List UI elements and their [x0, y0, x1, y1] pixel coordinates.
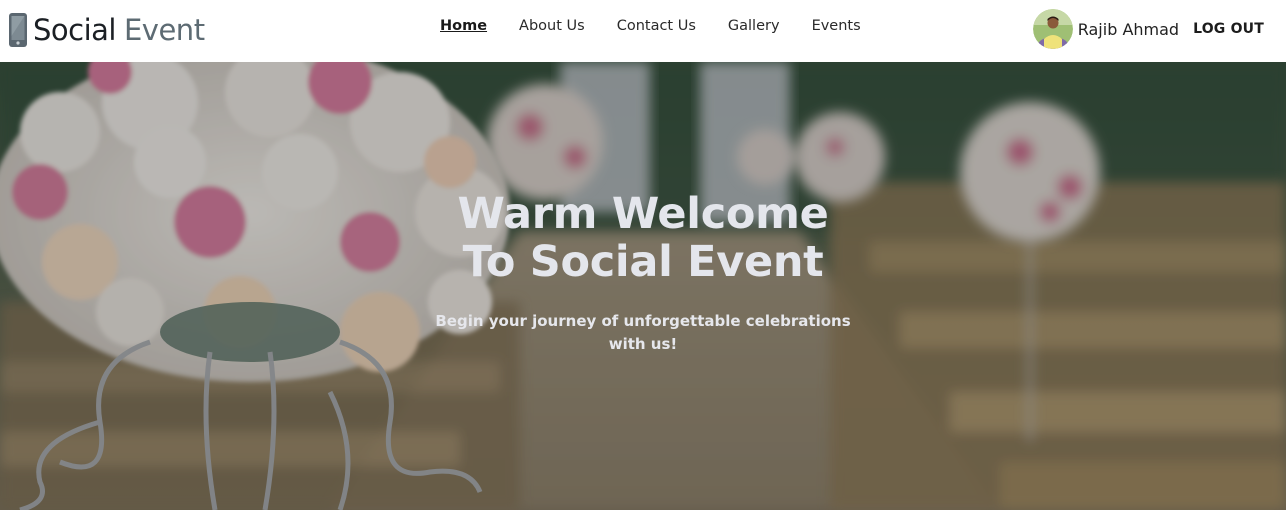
navbar: Social Event Home About Us Contact Us Gal…: [0, 0, 1286, 62]
nav-link-contact-us[interactable]: Contact Us: [617, 18, 696, 34]
hero-title: Warm Welcome To Social Event: [343, 190, 943, 286]
nav-link-gallery[interactable]: Gallery: [728, 18, 780, 34]
phone-icon: [9, 13, 27, 47]
hero-subtitle: Begin your journey of unforgettable cele…: [435, 312, 851, 353]
hero-title-line-2: To Social Event: [462, 237, 824, 287]
brand-name-main: Social: [33, 12, 116, 47]
nav-link-about-us[interactable]: About Us: [519, 18, 585, 34]
brand-name: Social Event: [33, 12, 205, 47]
hero-title-line-1: Warm Welcome: [457, 189, 829, 239]
main-nav: Home About Us Contact Us Gallery Events: [440, 18, 893, 34]
user-area: Rajib Ahmad LOG OUT: [1032, 8, 1264, 50]
user-name: Rajib Ahmad: [1077, 19, 1180, 39]
nav-link-home[interactable]: Home: [440, 18, 487, 34]
brand-logo-link[interactable]: Social Event: [8, 10, 205, 50]
user-avatar[interactable]: [1032, 9, 1073, 49]
brand-name-accent: Event: [123, 12, 205, 47]
nav-link-events[interactable]: Events: [812, 18, 861, 34]
logout-button[interactable]: LOG OUT: [1193, 21, 1264, 37]
hero-section: Warm Welcome To Social Event Begin your …: [0, 62, 1286, 510]
